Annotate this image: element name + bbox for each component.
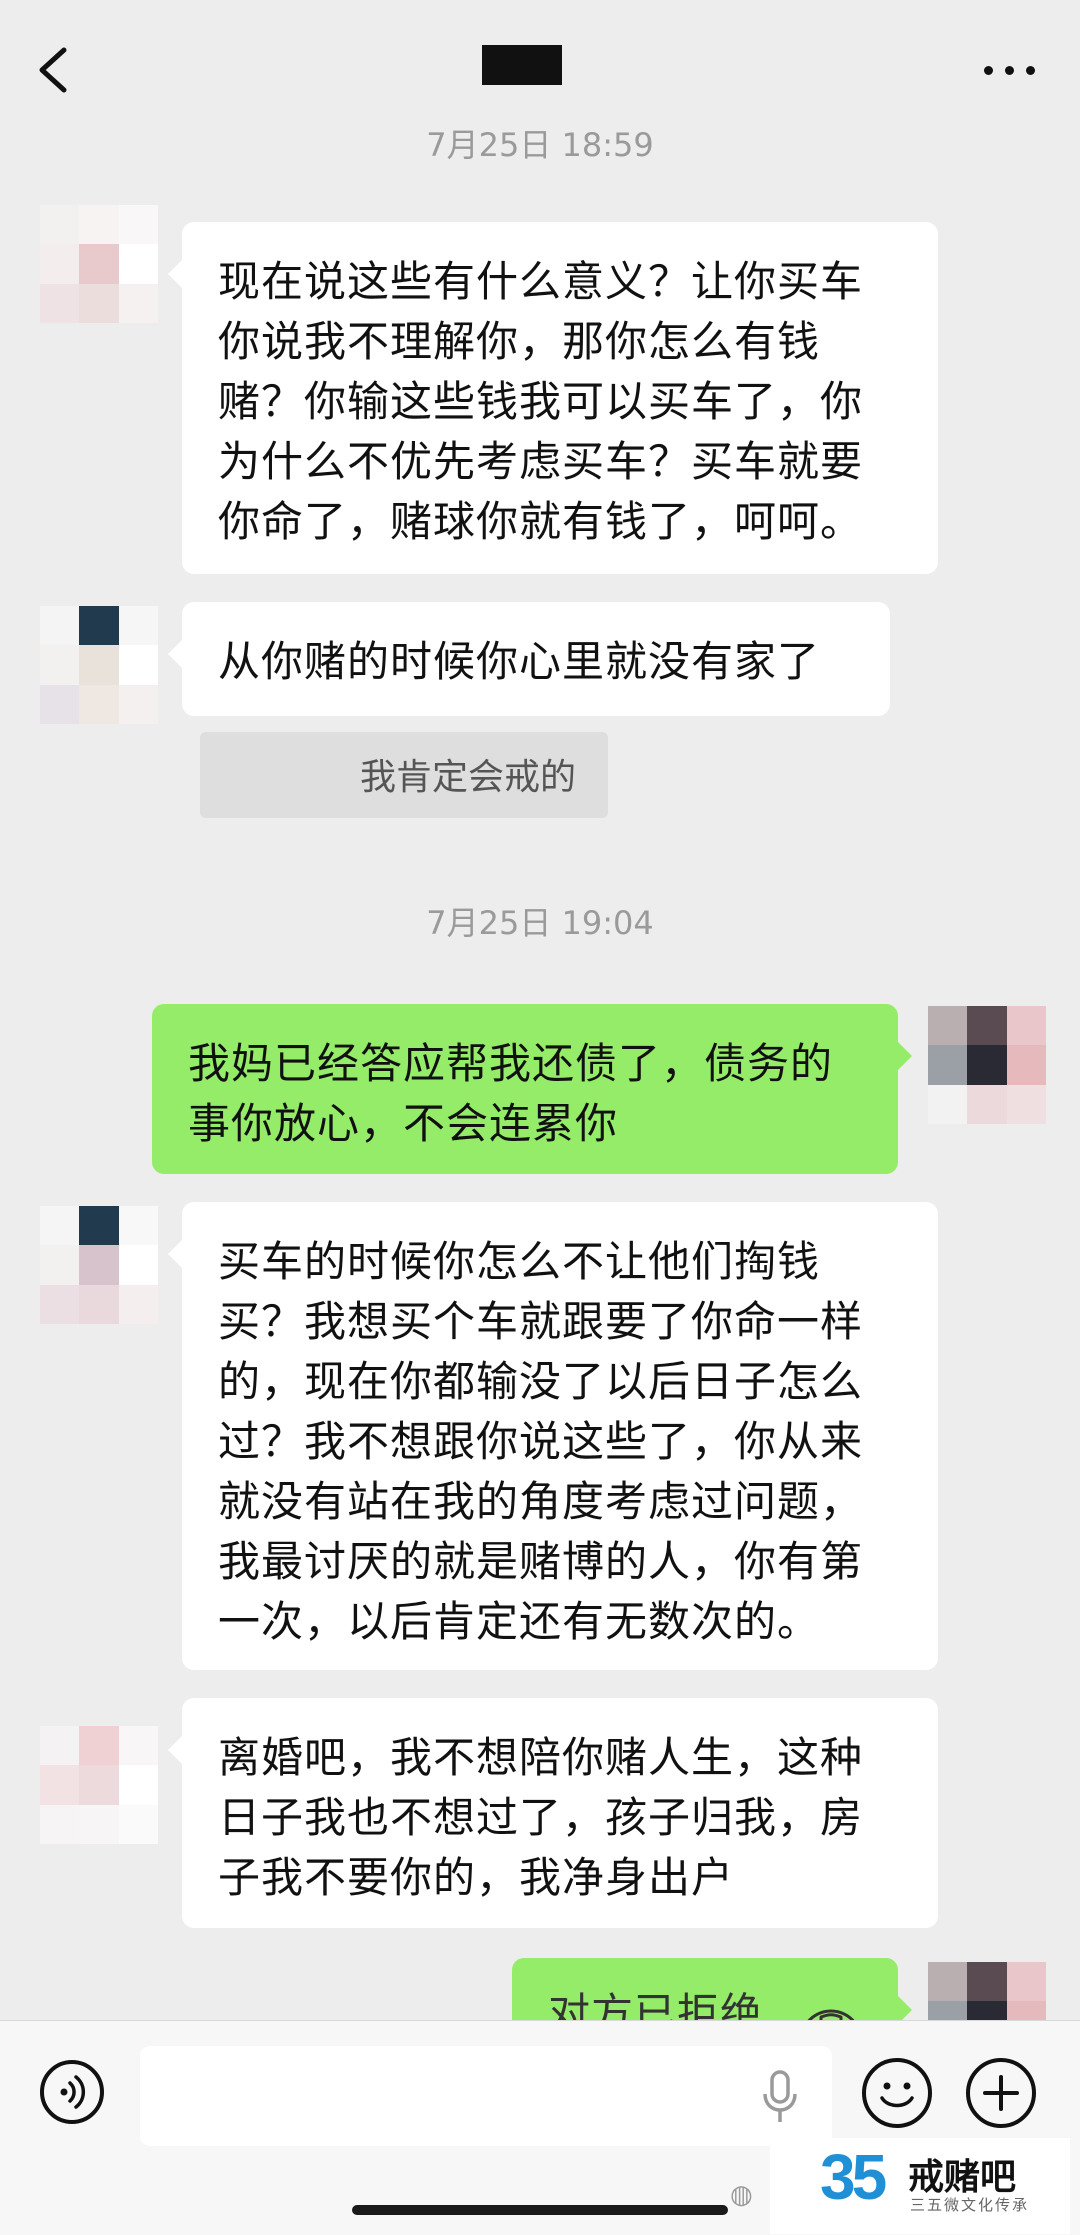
message-line: 为什么不优先考虑买车？买车就要 [218,437,864,486]
more-options-button[interactable] [980,55,1040,85]
message-line: 子我不要你的，我净身出户 [218,1853,735,1902]
avatar[interactable] [40,1726,158,1844]
message-input[interactable] [140,2046,832,2146]
more-actions-button[interactable] [966,2058,1036,2128]
emoji-button[interactable] [862,2058,932,2128]
plus-icon [983,2075,1019,2111]
avatar[interactable] [928,1006,1046,1124]
incoming-message[interactable]: 现在说这些有什么意义？让你买车 你说我不理解你，那你怎么有钱 赌？你输这些钱我可… [168,222,938,574]
message-line: 一次，以后肯定还有无数次的。 [218,1597,821,1646]
message-line: 你命了，赌球你就有钱了，呵呵。 [218,497,864,546]
watermark-logo-number: 35 [820,2141,887,2213]
outgoing-message[interactable]: 我妈已经答应帮我还债了，债务的 事你放心，不会连累你 [152,1004,912,1174]
message-line: 日子我也不想过了，孩子归我，房 [218,1793,864,1842]
message-line: 离婚吧，我不想陪你赌人生，这种 [218,1733,864,1782]
timestamp: 7月25日 19:04 [426,904,654,942]
back-button[interactable] [30,40,80,100]
message-line: 买？我想买个车就跟要了你命一样 [218,1297,864,1346]
home-indicator[interactable] [352,2205,728,2215]
message-line: 过？我不想跟你说这些了，你从来 [218,1417,864,1466]
voice-button[interactable] [40,2060,104,2124]
message-line: 就没有站在我的角度考虑过问题， [218,1477,864,1526]
more-horizontal-icon [984,66,993,75]
message-line: 从你赌的时候你心里就没有家了 [218,637,821,686]
contact-name-redacted [482,45,562,85]
message-line: 事你放心，不会连累你 [188,1099,619,1148]
message-line: 我最讨厌的就是赌博的人，你有第 [218,1537,864,1586]
chevron-left-icon [39,47,67,93]
incoming-message[interactable]: 买车的时候你怎么不让他们掏钱 买？我想买个车就跟要了你命一样 的，现在你都输没了… [168,1202,938,1670]
avatar[interactable] [40,606,158,724]
message-line: 我妈已经答应帮我还债了，债务的 [188,1039,834,1088]
voice-icon [60,2075,86,2109]
message-line: 的，现在你都输没了以后日子怎么 [218,1357,864,1406]
message-line: 买车的时候你怎么不让他们掏钱 [218,1237,821,1286]
microphone-icon[interactable] [760,2070,800,2128]
message-line: 你说我不理解你，那你怎么有钱 [218,317,821,366]
message-line: 现在说这些有什么意义？让你买车 [218,257,864,306]
timestamp: 7月25日 18:59 [426,126,654,164]
avatar[interactable] [40,205,158,323]
watermark-title: 戒赌吧 [908,2157,1017,2198]
incoming-message[interactable]: 离婚吧，我不想陪你赌人生，这种 日子我也不想过了，孩子归我，房 子我不要你的，我… [168,1698,938,1928]
message-line: 赌？你输这些钱我可以买车了，你 [218,377,864,426]
emoji-icon [880,2082,914,2108]
avatar[interactable] [40,1206,158,1324]
wechat-watermark-icon: ◍ [730,2180,753,2210]
reply-bubble[interactable]: 我肯定会戒的 [200,732,608,818]
incoming-message[interactable]: 从你赌的时候你心里就没有家了 [168,602,890,716]
watermark-subtitle: 三五微文化传承 [910,2196,1030,2214]
